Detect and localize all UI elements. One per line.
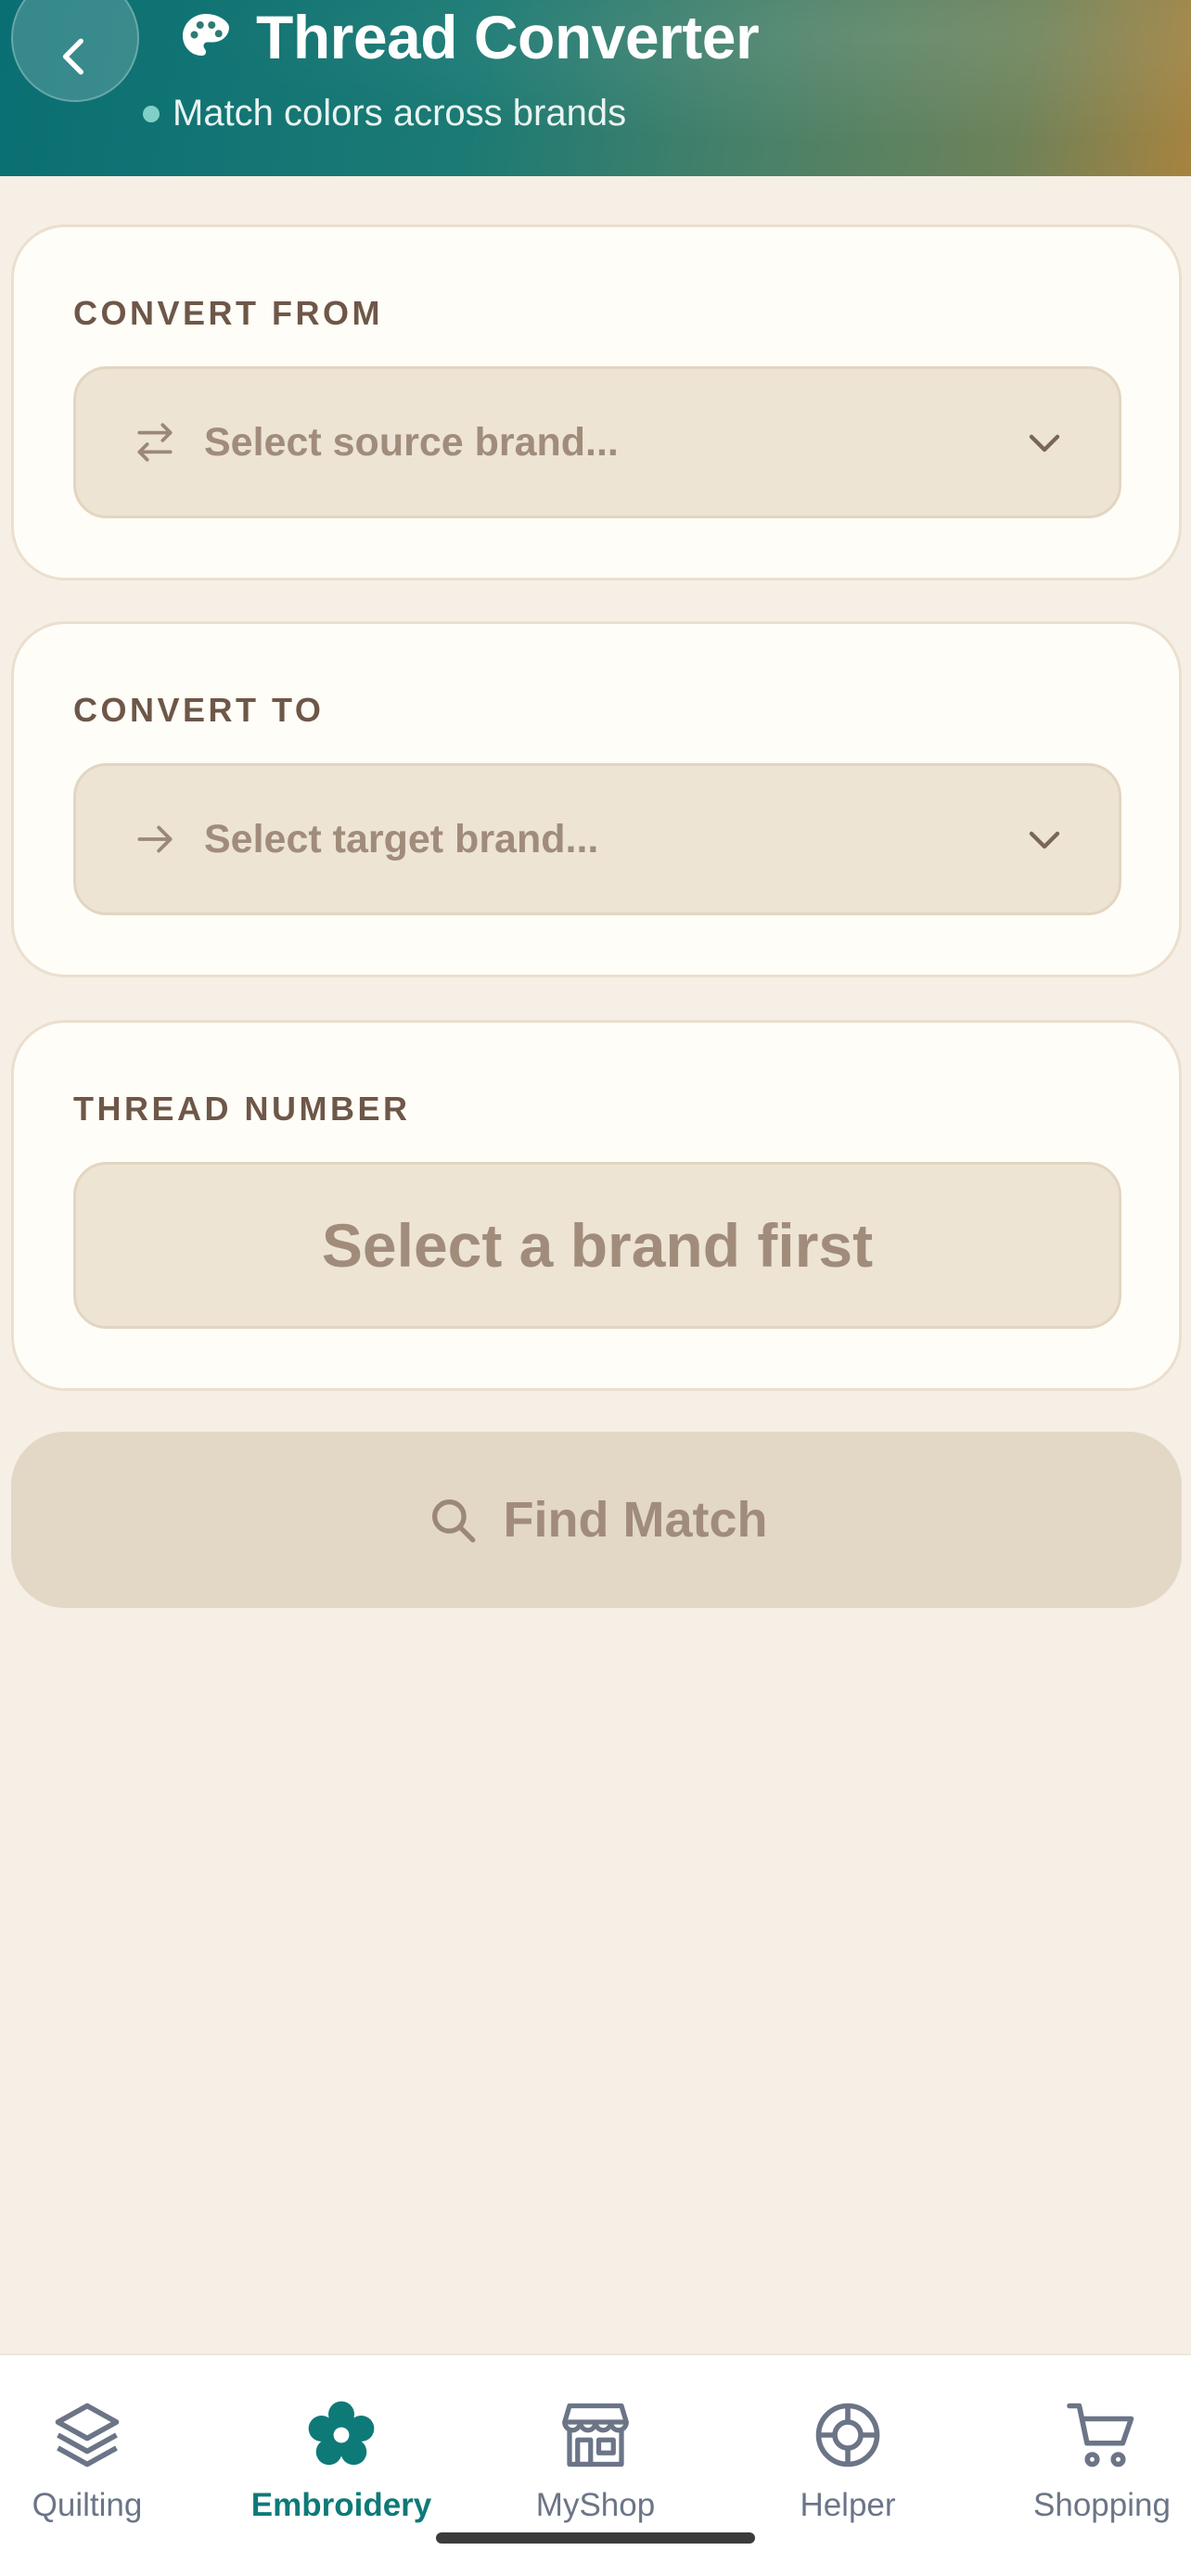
nav-item-helper[interactable]: Helper [727, 2396, 968, 2524]
convert-from-card: CONVERT FROM Select source brand... [11, 224, 1182, 580]
thread-number-label: THREAD NUMBER [73, 1090, 411, 1128]
convert-from-label: CONVERT FROM [73, 294, 383, 332]
thread-converter-screen: Thread Converter Match colors across bra… [0, 0, 1191, 2576]
source-brand-placeholder: Select source brand... [204, 419, 619, 465]
nav-item-quilting[interactable]: Quilting [0, 2396, 208, 2524]
swap-arrows-icon [137, 423, 173, 462]
cart-icon [1067, 2403, 1134, 2468]
chevron-down-icon [1029, 831, 1060, 849]
convert-to-label: CONVERT TO [73, 691, 325, 729]
header: Thread Converter Match colors across bra… [0, 0, 1191, 176]
find-match-label: Find Match [503, 1492, 768, 1548]
page-title: Thread Converter [256, 3, 760, 71]
nav-label-quilting: Quilting [32, 2487, 143, 2523]
arrow-right-icon [137, 825, 173, 853]
back-button[interactable] [11, 0, 139, 102]
thread-number-input[interactable]: Select a brand first [73, 1162, 1121, 1329]
thread-number-card: THREAD NUMBER Select a brand first [11, 1020, 1182, 1391]
layers-icon [55, 2403, 120, 2468]
convert-to-card: CONVERT TO Select target brand... [11, 621, 1182, 977]
palette-icon [183, 14, 229, 56]
page-subtitle: Match colors across brands [173, 93, 627, 134]
nav-label-myshop: MyShop [535, 2487, 656, 2523]
subtitle-row: Match colors across brands [143, 93, 626, 134]
status-dot [143, 105, 160, 122]
target-brand-placeholder: Select target brand... [204, 816, 599, 861]
chevron-left-icon [62, 38, 83, 75]
title-row: Thread Converter [178, 2, 760, 72]
storefront-icon [562, 2403, 629, 2468]
flower-icon [308, 2401, 375, 2466]
nav-label-embroidery: Embroidery [250, 2487, 432, 2523]
nav-item-myshop[interactable]: MyShop [475, 2396, 716, 2524]
nav-label-helper: Helper [800, 2487, 896, 2523]
nav-item-embroidery[interactable]: Embroidery [221, 2396, 462, 2524]
find-match-button[interactable]: Find Match [11, 1432, 1182, 1608]
search-icon [431, 1499, 475, 1543]
nav-label-shopping: Shopping [1033, 2487, 1171, 2523]
chevron-down-icon [1029, 434, 1060, 453]
target-brand-select[interactable]: Select target brand... [73, 763, 1121, 915]
lifebuoy-icon [815, 2403, 880, 2468]
source-brand-select[interactable]: Select source brand... [73, 366, 1121, 518]
nav-item-shopping[interactable]: Shopping [981, 2396, 1191, 2524]
home-indicator [436, 2532, 755, 2544]
